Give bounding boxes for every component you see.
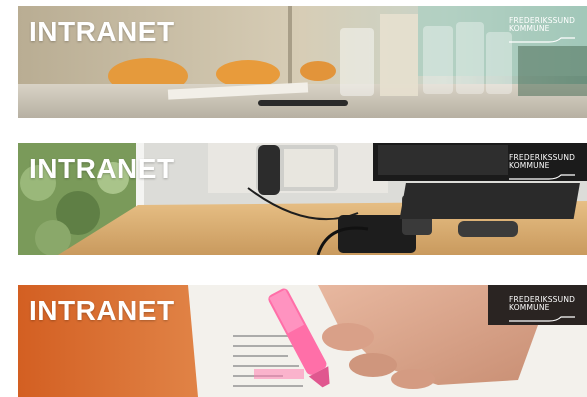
intranet-banner-3[interactable]: INTRANET FREDERIKSSUND KOMMUNE <box>18 285 587 397</box>
intranet-title: INTRANET <box>29 153 175 184</box>
frederikssund-kommune-logo: FREDERIKSSUND KOMMUNE <box>509 17 577 44</box>
intranet-title: INTRANET <box>29 295 175 326</box>
intranet-banner-2[interactable]: INTRANET FREDERIKSSUND KOMMUNE <box>18 143 587 255</box>
org-name-line-2: KOMMUNE <box>509 24 550 33</box>
frederikssund-kommune-logo: FREDERIKSSUND KOMMUNE <box>509 154 577 181</box>
intranet-title: INTRANET <box>29 16 175 47</box>
logo-wave-icon <box>509 316 575 322</box>
frederikssund-kommune-logo: FREDERIKSSUND KOMMUNE <box>509 296 577 323</box>
intranet-banner-1[interactable]: INTRANET FREDERIKSSUND KOMMUNE <box>18 6 587 118</box>
org-name-line-2: KOMMUNE <box>509 161 550 170</box>
org-name-line-2: KOMMUNE <box>509 303 550 312</box>
logo-wave-icon <box>509 37 575 43</box>
logo-wave-icon <box>509 174 575 180</box>
